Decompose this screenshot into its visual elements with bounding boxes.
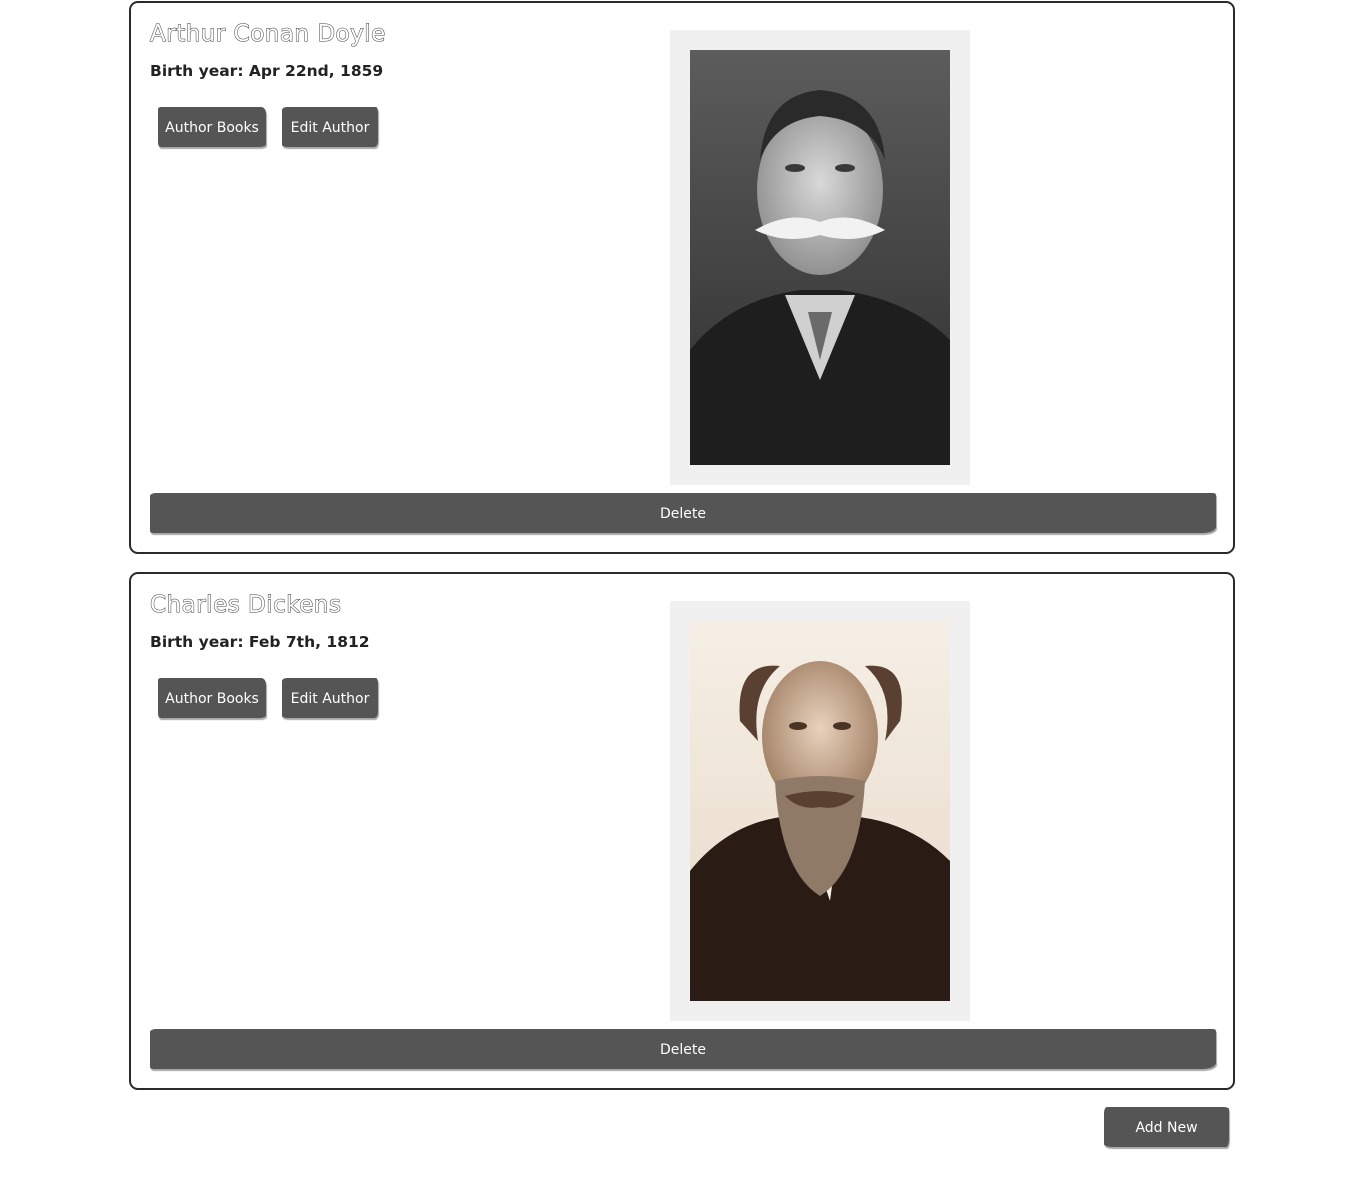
author-portrait [690, 621, 950, 1001]
delete-author-button[interactable]: Delete [150, 493, 1216, 533]
edit-author-button[interactable]: Edit Author [282, 678, 378, 718]
author-card: Charles Dickens Birth year: Feb 7th, 181… [129, 572, 1235, 1090]
author-birth-year: Birth year: Apr 22nd, 1859 [150, 62, 384, 80]
add-new-author-button[interactable]: Add New Author [1104, 1107, 1229, 1176]
author-portrait [690, 50, 950, 465]
author-birth-year: Birth year: Feb 7th, 1812 [150, 633, 370, 651]
delete-author-button[interactable]: Delete [150, 1029, 1216, 1069]
edit-author-button[interactable]: Edit Author [282, 107, 378, 147]
author-name: Charles Dickens [149, 592, 342, 619]
author-photo-frame [670, 30, 970, 485]
author-photo-frame [670, 601, 970, 1021]
author-card: Arthur Conan Doyle Birth year: Apr 22nd,… [129, 1, 1235, 554]
author-books-button[interactable]: Author Books [158, 107, 266, 147]
author-books-button[interactable]: Author Books [158, 678, 266, 718]
author-name: Arthur Conan Doyle [150, 21, 386, 48]
